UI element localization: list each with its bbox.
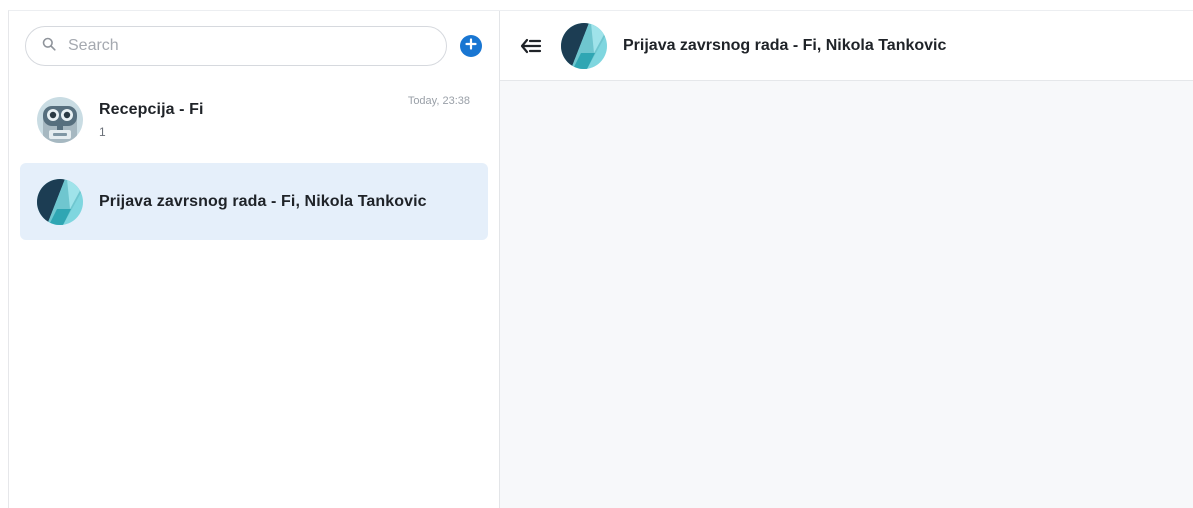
search-row — [9, 11, 499, 81]
plus-icon — [465, 37, 477, 55]
room-title[interactable]: Prijava zavrsnog rada - Fi, Nikola Tanko… — [623, 37, 946, 55]
room-timestamp: Today, 23:38 — [407, 95, 470, 107]
teal-shapes-avatar — [37, 178, 83, 225]
messages-area[interactable] — [500, 81, 1193, 508]
room-item-prijava[interactable]: Prijava zavrsnog rada - Fi, Nikola Tanko… — [20, 163, 488, 240]
room-list: Recepcija - Fi 1 Today, 23:38 Prijava za… — [9, 81, 499, 240]
room-item-recepcija[interactable]: Recepcija - Fi 1 Today, 23:38 — [20, 81, 488, 158]
chat-header: Prijava zavrsnog rada - Fi, Nikola Tanko… — [500, 11, 1193, 81]
rooms-sidebar: Recepcija - Fi 1 Today, 23:38 Prij — [9, 11, 500, 508]
room-name: Prijava zavrsnog rada - Fi, Nikola Tanko… — [99, 192, 427, 210]
chat-window: Prijava zavrsnog rada - Fi, Nikola Tanko… — [500, 11, 1193, 508]
search-icon — [42, 37, 56, 56]
room-last-message: 1 — [99, 124, 106, 139]
add-room-button[interactable] — [460, 35, 482, 57]
robot-avatar — [37, 96, 83, 143]
room-avatar[interactable] — [561, 22, 607, 69]
search-input[interactable] — [68, 37, 428, 55]
arrow-left-menu-icon[interactable] — [519, 34, 543, 58]
chat-app: Recepcija - Fi 1 Today, 23:38 Prij — [8, 10, 1193, 508]
room-body: Prijava zavrsnog rada - Fi, Nikola Tanko… — [99, 193, 488, 211]
search-box[interactable] — [25, 26, 447, 66]
